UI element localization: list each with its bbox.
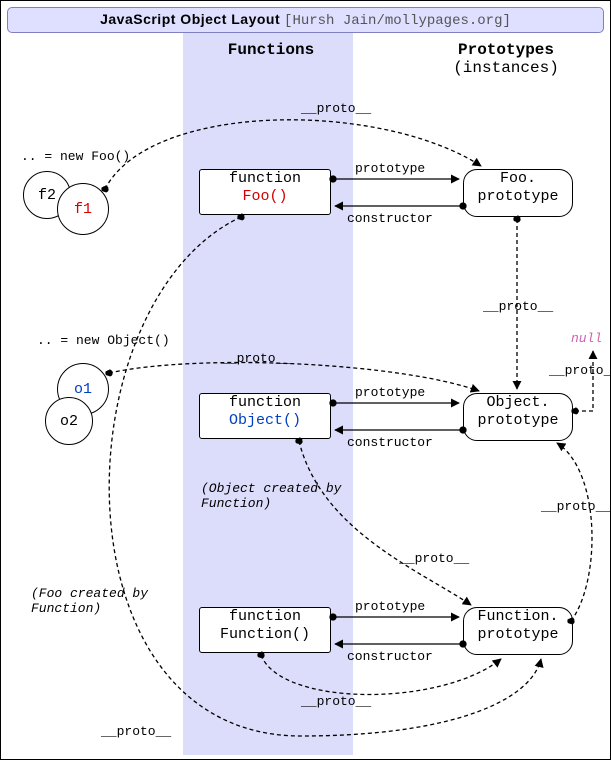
label-prototype-foo: prototype [355,161,425,176]
label-proto-foo-obj: __proto__ [483,299,553,314]
title-sub: [Hursh Jain/mollypages.org] [284,13,511,29]
node-function-prototype: Function. prototype [463,607,573,655]
label-constructor-foo: constructor [347,211,433,226]
diagram-canvas: JavaScript Object Layout [Hursh Jain/mol… [0,0,611,760]
edge-foo-constructor [335,203,466,209]
fn-function-kw: function [229,608,301,625]
column-header-functions: Functions [211,41,331,59]
fn-object-kw: function [229,394,301,411]
fn-object-name: Object() [229,412,301,429]
edge-objpro-proto-null [572,351,593,414]
node-function-object: function Object() [199,393,331,439]
label-proto-obj-to-funcpro: __proto__ [399,551,469,566]
label-constructor-obj: constructor [347,435,433,450]
instance-f1-label: f1 [74,201,92,218]
instance-o1-label: o1 [74,381,92,398]
foo-proto-l1: Foo. [500,170,536,187]
label-constructor-func: constructor [347,649,433,664]
note-object-created: (Object created by Function) [201,481,361,511]
obj-proto-l1: Object. [486,394,549,411]
foo-proto-l2: prototype [477,188,558,205]
label-proto-o1: __proto__ [221,351,291,366]
node-instance-o2: o2 [45,397,93,445]
node-function-function: function Function() [199,607,331,653]
label-proto-funcpro-objpro: __proto__ [541,499,611,514]
title-main: JavaScript Object Layout [100,11,280,27]
obj-proto-l2: prototype [477,412,558,429]
label-proto-foo-to-funcpro: __proto__ [101,724,171,739]
column-header-prototypes: Prototypes (instances) [431,41,581,77]
fun-proto-l2: prototype [477,626,558,643]
title-bar: JavaScript Object Layout [Hursh Jain/mol… [7,7,604,33]
column-header-prototypes-main: Prototypes [458,41,554,59]
node-instance-f1: f1 [57,183,109,235]
note-foo-created: (Foo created by Function) [31,586,151,616]
node-object-prototype: Object. prototype [463,393,573,441]
instance-o2-label: o2 [60,413,78,430]
label-proto-f1: __proto__ [301,101,371,116]
label-new-object: .. = new Object() [37,333,170,348]
fn-foo-name: Foo() [242,188,287,205]
label-proto-objpro-null: __proto__ [549,363,611,378]
instance-f2-label: f2 [38,187,56,204]
label-proto-func-self: __proto__ [301,694,371,709]
fn-foo-kw: function [229,170,301,187]
edge-funcpro-proto-objpro [557,443,592,624]
edge-function-constructor [335,641,466,647]
edge-object-constructor [335,427,466,433]
label-prototype-obj: prototype [355,385,425,400]
label-null: null [571,331,602,346]
column-header-prototypes-sub: (instances) [431,59,581,77]
node-function-foo: function Foo() [199,169,331,215]
fn-function-name: Function() [220,626,310,643]
node-foo-prototype: Foo. prototype [463,169,573,217]
fun-proto-l1: Function. [477,608,558,625]
label-new-foo: .. = new Foo() [21,149,130,164]
label-prototype-func: prototype [355,599,425,614]
